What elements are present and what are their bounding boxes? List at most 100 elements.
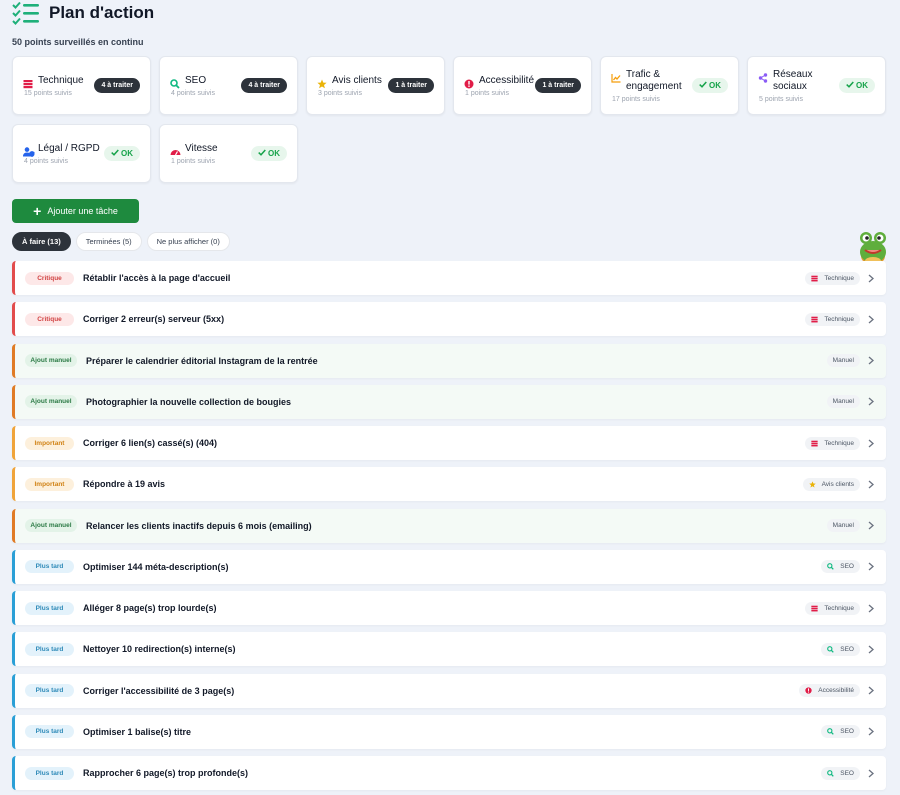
priority-badge: Ajout manuel xyxy=(25,519,77,532)
category-card-6[interactable]: Légal / RGPD 4 points suivis OK xyxy=(12,124,151,183)
category-card-4[interactable]: Trafic & engagement 17 points suivis OK xyxy=(600,56,739,115)
user-shield-icon xyxy=(23,144,35,157)
task-row[interactable]: Critique Corriger 2 erreur(s) serveur (5… xyxy=(12,302,886,337)
category-tag: SEO xyxy=(821,560,860,574)
tab-0[interactable]: À faire (13) xyxy=(12,232,71,251)
card-title: Avis clients xyxy=(332,74,382,86)
status-badge-todo: 4 à traiter xyxy=(241,78,287,93)
priority-badge: Plus tard xyxy=(25,725,74,739)
chevron-right-icon[interactable] xyxy=(868,480,878,489)
task-row[interactable]: Important Corriger 6 lien(s) cassé(s) (4… xyxy=(12,426,886,460)
task-row[interactable]: Plus tard Alléger 8 page(s) trop lourde(… xyxy=(12,591,886,625)
status-badge-ok: OK xyxy=(251,146,287,161)
card-title: SEO xyxy=(185,74,207,86)
check-icon xyxy=(111,149,121,158)
task-row[interactable]: Ajout manuel Photographier la nouvelle c… xyxy=(12,384,886,419)
card-title: Accessibilité xyxy=(479,74,535,86)
chevron-right-icon[interactable] xyxy=(868,562,878,571)
plus-icon: + xyxy=(33,203,42,219)
star-icon xyxy=(317,76,327,88)
check-icon xyxy=(258,149,268,158)
task-row[interactable]: Ajout manuel Préparer le calendrier édit… xyxy=(12,343,886,378)
chevron-right-icon[interactable] xyxy=(868,315,878,324)
category-card-1[interactable]: SEO 4 points suivis 4 à traiter xyxy=(159,56,298,115)
category-card-0[interactable]: Technique 15 points suivis 4 à traiter xyxy=(12,56,151,115)
task-row[interactable]: Plus tard Rapprocher 6 page(s) trop prof… xyxy=(12,756,886,790)
priority-badge: Important xyxy=(25,436,74,450)
search-icon xyxy=(827,769,837,777)
category-tag: SEO xyxy=(821,725,860,739)
priority-badge: Critique xyxy=(25,271,74,285)
category-tag-label: Manuel xyxy=(832,398,854,406)
chevron-right-icon[interactable] xyxy=(868,604,878,613)
card-title: Vitesse xyxy=(185,142,218,154)
server-icon xyxy=(811,605,821,612)
task-row[interactable]: Plus tard Nettoyer 10 redirection(s) int… xyxy=(12,632,886,667)
tab-1[interactable]: Terminées (5) xyxy=(75,232,142,251)
chevron-right-icon[interactable] xyxy=(868,274,878,283)
category-tag-label: Accessibilité xyxy=(818,687,854,694)
category-tag: Technique xyxy=(805,312,860,326)
server-icon xyxy=(811,316,821,323)
category-tag: SEO xyxy=(821,642,860,656)
card-subtitle: 5 points suivis xyxy=(759,95,803,103)
task-label: Corriger 6 lien(s) cassé(s) (404) xyxy=(83,438,218,448)
category-tag-label: SEO xyxy=(840,769,854,777)
add-task-button[interactable]: + Ajouter une tâche xyxy=(12,199,139,223)
priority-badge: Plus tard xyxy=(25,642,74,656)
page-title: Plan d'action xyxy=(49,3,155,22)
chart-icon xyxy=(611,70,621,83)
task-label: Optimiser 144 méta-description(s) xyxy=(83,561,229,572)
chevron-right-icon[interactable] xyxy=(868,727,878,736)
task-row[interactable]: Plus tard Corriger l'accessibilité de 3 … xyxy=(12,673,886,708)
category-tag-label: SEO xyxy=(840,728,854,736)
tab-2[interactable]: Ne plus afficher (0) xyxy=(146,232,230,251)
card-subtitle: 17 points suivis xyxy=(612,95,660,103)
gauge-icon xyxy=(170,144,181,155)
status-badge-todo: 4 à traiter xyxy=(94,78,140,93)
category-tag-label: SEO xyxy=(840,645,854,653)
category-tag-label: Manuel xyxy=(832,357,854,364)
priority-badge: Plus tard xyxy=(25,601,74,615)
chevron-right-icon[interactable] xyxy=(868,769,878,778)
task-label: Rétablir l'accès à la page d'accueil xyxy=(83,273,231,283)
chevron-right-icon[interactable] xyxy=(868,356,878,365)
task-label: Relancer les clients inactifs depuis 6 m… xyxy=(86,520,312,531)
status-badge-label: OK xyxy=(268,149,280,158)
task-label: Corriger 2 erreur(s) serveur (5xx) xyxy=(83,314,225,325)
chevron-right-icon[interactable] xyxy=(868,397,878,406)
card-subtitle: 4 points suivis xyxy=(24,157,68,165)
category-card-7[interactable]: Vitesse 1 points suivis OK xyxy=(159,124,298,183)
add-task-label: Ajouter une tâche xyxy=(47,206,118,216)
card-subtitle: 1 points suivis xyxy=(171,157,215,165)
category-tag-label: Technique xyxy=(824,439,854,447)
card-subtitle: 3 points suivis xyxy=(318,89,362,97)
chevron-right-icon[interactable] xyxy=(868,521,878,530)
priority-badge: Plus tard xyxy=(25,560,74,574)
chevron-right-icon[interactable] xyxy=(868,645,878,654)
priority-badge: Important xyxy=(25,477,74,491)
category-card-5[interactable]: Réseaux sociaux 5 points suivis OK xyxy=(747,56,886,115)
alert-icon xyxy=(464,76,474,88)
chevron-right-icon[interactable] xyxy=(868,686,878,695)
task-row[interactable]: Plus tard Optimiser 1 balise(s) titre SE… xyxy=(12,714,886,749)
task-row[interactable]: Critique Rétablir l'accès à la page d'ac… xyxy=(12,261,886,295)
chevron-right-icon[interactable] xyxy=(868,439,878,448)
task-row[interactable]: Important Répondre à 19 avis Avis client… xyxy=(12,467,886,502)
priority-badge: Critique xyxy=(25,312,74,326)
task-row[interactable]: Ajout manuel Relancer les clients inacti… xyxy=(12,508,886,543)
status-badge-todo: 1 à traiter xyxy=(388,78,434,93)
task-row[interactable]: Plus tard Optimiser 144 méta-description… xyxy=(12,549,886,584)
category-tag: Avis clients xyxy=(802,477,860,491)
category-tag-label: SEO xyxy=(840,563,854,571)
filter-tabs: À faire (13) Terminées (5) Ne plus affiche… xyxy=(12,232,230,251)
category-card-2[interactable]: Avis clients 3 points suivis 1 à traiter xyxy=(306,56,445,115)
category-tag: SEO xyxy=(821,766,860,780)
task-label: Corriger l'accessibilité de 3 page(s) xyxy=(83,685,235,696)
category-card-3[interactable]: Accessibilité 1 points suivis 1 à traite… xyxy=(453,56,592,115)
category-tag: Accessibilité xyxy=(799,684,860,697)
task-label: Préparer le calendrier éditorial Instagr… xyxy=(86,355,318,366)
priority-badge: Plus tard xyxy=(25,684,74,697)
card-subtitle: 15 points suivis xyxy=(24,89,72,97)
priority-badge: Ajout manuel xyxy=(25,354,77,367)
